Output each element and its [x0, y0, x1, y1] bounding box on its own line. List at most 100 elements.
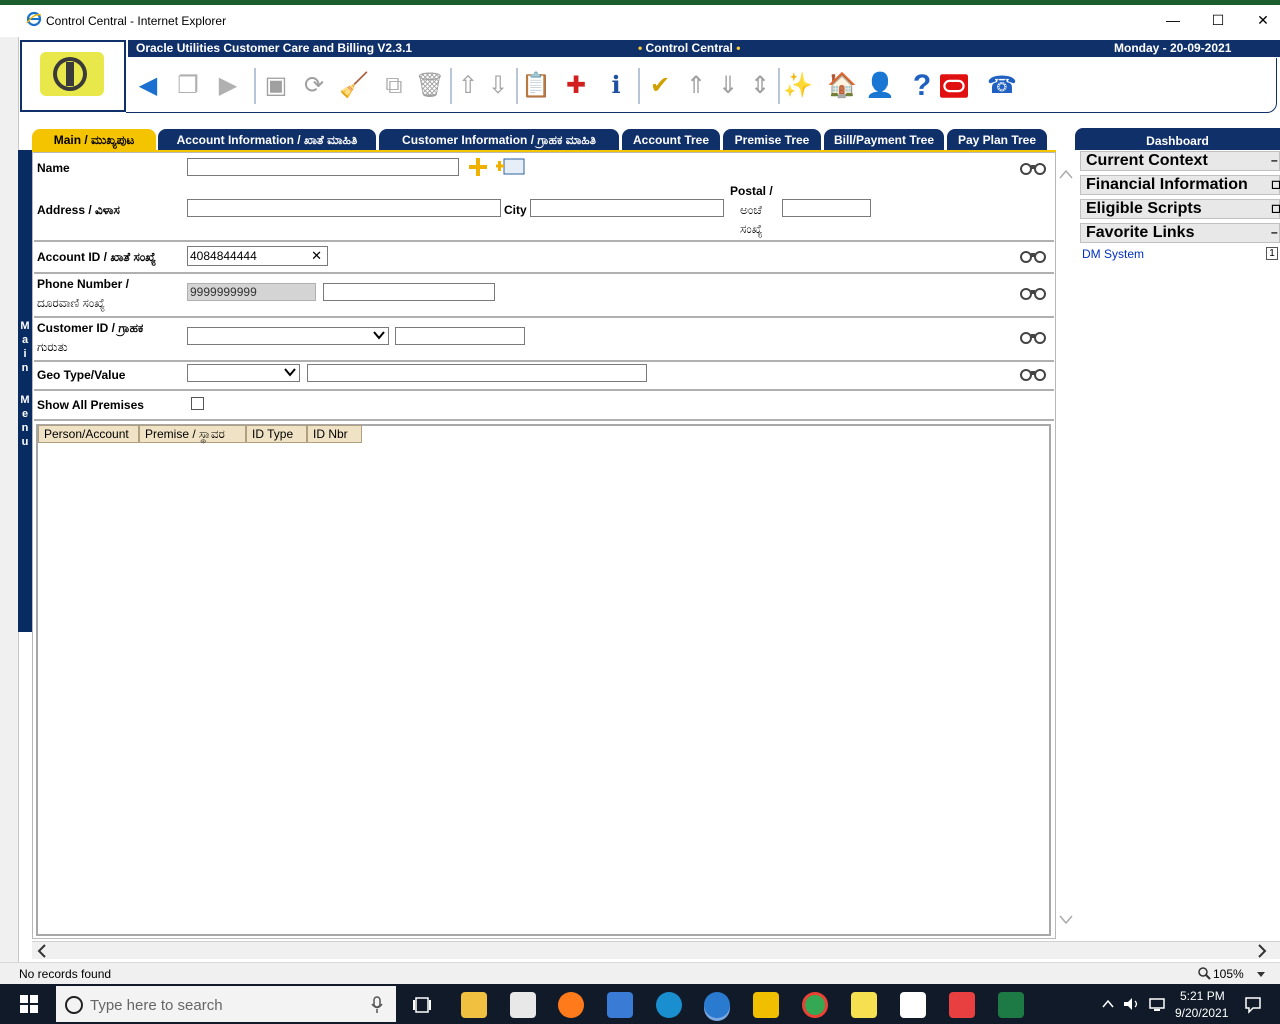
- validate-check-icon[interactable]: ✔: [646, 72, 674, 100]
- expand-icon[interactable]: ◻: [1271, 177, 1280, 191]
- minimize-button[interactable]: —: [1158, 10, 1188, 30]
- zoom-dropdown-icon[interactable]: [1256, 971, 1266, 978]
- excel-icon[interactable]: [998, 992, 1024, 1018]
- phone-icon[interactable]: ☎: [987, 72, 1017, 100]
- postal-input[interactable]: [782, 199, 871, 217]
- name-input[interactable]: [187, 158, 459, 176]
- calculator-icon[interactable]: [510, 992, 536, 1018]
- favorite-link-dm-system[interactable]: DM System: [1082, 247, 1144, 261]
- network-icon[interactable]: [1148, 997, 1166, 1013]
- duplicate-icon[interactable]: ⧉: [380, 72, 408, 100]
- collapse-icon[interactable]: –: [1271, 225, 1280, 239]
- show-all-premises-checkbox[interactable]: [191, 397, 204, 410]
- collapse-icon[interactable]: –: [1271, 153, 1280, 167]
- scroll-right-arrow-icon[interactable]: [1256, 944, 1268, 958]
- geo-value-input[interactable]: [307, 364, 647, 382]
- zoom-level[interactable]: 105%: [1213, 967, 1244, 981]
- store-icon[interactable]: [900, 992, 926, 1018]
- maximize-button[interactable]: ☐: [1203, 10, 1233, 30]
- phone-number-input[interactable]: [323, 283, 495, 301]
- grid-header-id-nbr[interactable]: ID Nbr: [307, 425, 362, 443]
- chrome-icon[interactable]: [802, 992, 828, 1018]
- previous-record-icon[interactable]: ⇧: [454, 72, 482, 100]
- account-id-input[interactable]: 4084844444 ✕: [187, 246, 328, 266]
- tab-customer-information[interactable]: Customer Information / ಗ್ರಾಹಕ ಮಾಹಿತಿ: [379, 129, 619, 151]
- add-person-card-icon[interactable]: [496, 156, 526, 176]
- remote-app-icon[interactable]: [607, 992, 633, 1018]
- binoculars-search-icon[interactable]: [1019, 365, 1047, 381]
- sort-icon[interactable]: ⇕: [746, 72, 774, 100]
- tab-account-information[interactable]: Account Information / ಖಾತೆ ಮಾಹಿತಿ: [158, 129, 376, 151]
- tab-main[interactable]: Main / ಮುಖ್ಯಪುಟ: [32, 129, 156, 151]
- task-view-icon[interactable]: [412, 996, 432, 1014]
- dashboard-favorite-links[interactable]: Favorite Links –: [1080, 223, 1280, 243]
- tray-chevron-up-icon[interactable]: [1102, 999, 1114, 1009]
- city-label: City: [504, 203, 527, 217]
- scroll-down-arrow-icon[interactable]: [1059, 912, 1073, 928]
- move-up-icon[interactable]: ⇑: [682, 72, 710, 100]
- home-icon[interactable]: 🏠: [827, 72, 857, 100]
- binoculars-search-icon[interactable]: [1019, 159, 1047, 175]
- tab-bill-payment-tree[interactable]: Bill/Payment Tree: [824, 129, 944, 151]
- tab-premise-tree[interactable]: Premise Tree: [723, 129, 821, 151]
- windows-start-icon[interactable]: [20, 995, 38, 1013]
- user-desk-icon[interactable]: 👤: [865, 72, 895, 100]
- address-input[interactable]: [187, 199, 501, 217]
- ie-logo-icon: [26, 11, 42, 27]
- sticky-notes-icon[interactable]: [851, 992, 877, 1018]
- crosshair-icon[interactable]: ✚: [562, 72, 590, 100]
- horizontal-scrollbar[interactable]: [32, 941, 1280, 959]
- scroll-left-arrow-icon[interactable]: [36, 944, 48, 958]
- notification-center-icon[interactable]: [1244, 996, 1262, 1014]
- copy-icon[interactable]: ❐: [174, 72, 202, 100]
- microphone-icon[interactable]: [371, 996, 383, 1014]
- geo-type-select[interactable]: [187, 364, 300, 382]
- grid-header-premise[interactable]: Premise / ಸ್ಥಾವರ: [139, 425, 246, 443]
- internet-explorer-icon[interactable]: [704, 992, 730, 1018]
- oracle-logo-icon[interactable]: [940, 72, 968, 100]
- binoculars-search-icon[interactable]: [1019, 328, 1047, 344]
- scroll-up-arrow-icon[interactable]: [1059, 166, 1073, 182]
- expand-icon[interactable]: ◻: [1271, 201, 1280, 215]
- grid-header-id-type[interactable]: ID Type: [246, 425, 307, 443]
- postal-label-kannada: ಅಂಚೆ: [740, 203, 762, 217]
- move-down-icon[interactable]: ⇓: [714, 72, 742, 100]
- customer-id-input[interactable]: [395, 327, 525, 345]
- taskbar-time[interactable]: 5:21 PM: [1180, 989, 1225, 1003]
- forward-arrow-icon[interactable]: ▶: [214, 72, 242, 100]
- status-bar: No records found 105%: [0, 962, 1280, 985]
- dashboard-financial-information[interactable]: Financial Information ◻: [1080, 175, 1280, 195]
- clear-x-icon[interactable]: ✕: [311, 247, 322, 265]
- clear-broom-icon[interactable]: 🧹: [339, 72, 369, 100]
- next-record-icon[interactable]: ⇩: [484, 72, 512, 100]
- magic-wand-icon[interactable]: ✨: [783, 72, 813, 100]
- dashboard-eligible-scripts[interactable]: Eligible Scripts ◻: [1080, 199, 1280, 219]
- file-explorer-icon[interactable]: [461, 992, 487, 1018]
- delete-trash-icon[interactable]: 🗑: [415, 72, 445, 100]
- anydesk-icon[interactable]: [949, 992, 975, 1018]
- refresh-icon[interactable]: ⟳: [300, 72, 328, 100]
- help-icon[interactable]: ?: [908, 71, 936, 101]
- add-plus-icon[interactable]: [467, 157, 489, 177]
- close-window-button[interactable]: ✕: [1248, 10, 1278, 30]
- main-menu-strip[interactable]: M a i n M e n u: [18, 150, 32, 632]
- report-icon[interactable]: 📋: [521, 72, 551, 100]
- tab-account-tree[interactable]: Account Tree: [622, 129, 720, 151]
- customer-id-type-select[interactable]: [187, 327, 389, 345]
- ankh-app-icon[interactable]: [753, 992, 779, 1018]
- edge-icon[interactable]: [656, 992, 682, 1018]
- grid-header-person-account[interactable]: Person/Account: [38, 425, 139, 443]
- taskbar-date[interactable]: 9/20/2021: [1175, 1006, 1228, 1020]
- volume-icon[interactable]: [1123, 997, 1141, 1011]
- section-label: Favorite Links: [1086, 224, 1195, 241]
- firefox-icon[interactable]: [558, 992, 584, 1018]
- binoculars-search-icon[interactable]: [1019, 284, 1047, 300]
- left-window-strip: [0, 37, 19, 962]
- back-arrow-icon[interactable]: ◀: [134, 72, 162, 100]
- binoculars-search-icon[interactable]: [1019, 247, 1047, 263]
- city-input[interactable]: [530, 199, 724, 217]
- info-icon[interactable]: ℹ: [602, 72, 630, 100]
- tab-pay-plan-tree[interactable]: Pay Plan Tree: [947, 129, 1047, 151]
- dashboard-current-context[interactable]: Current Context –: [1080, 151, 1280, 171]
- save-icon[interactable]: ▣: [262, 72, 290, 100]
